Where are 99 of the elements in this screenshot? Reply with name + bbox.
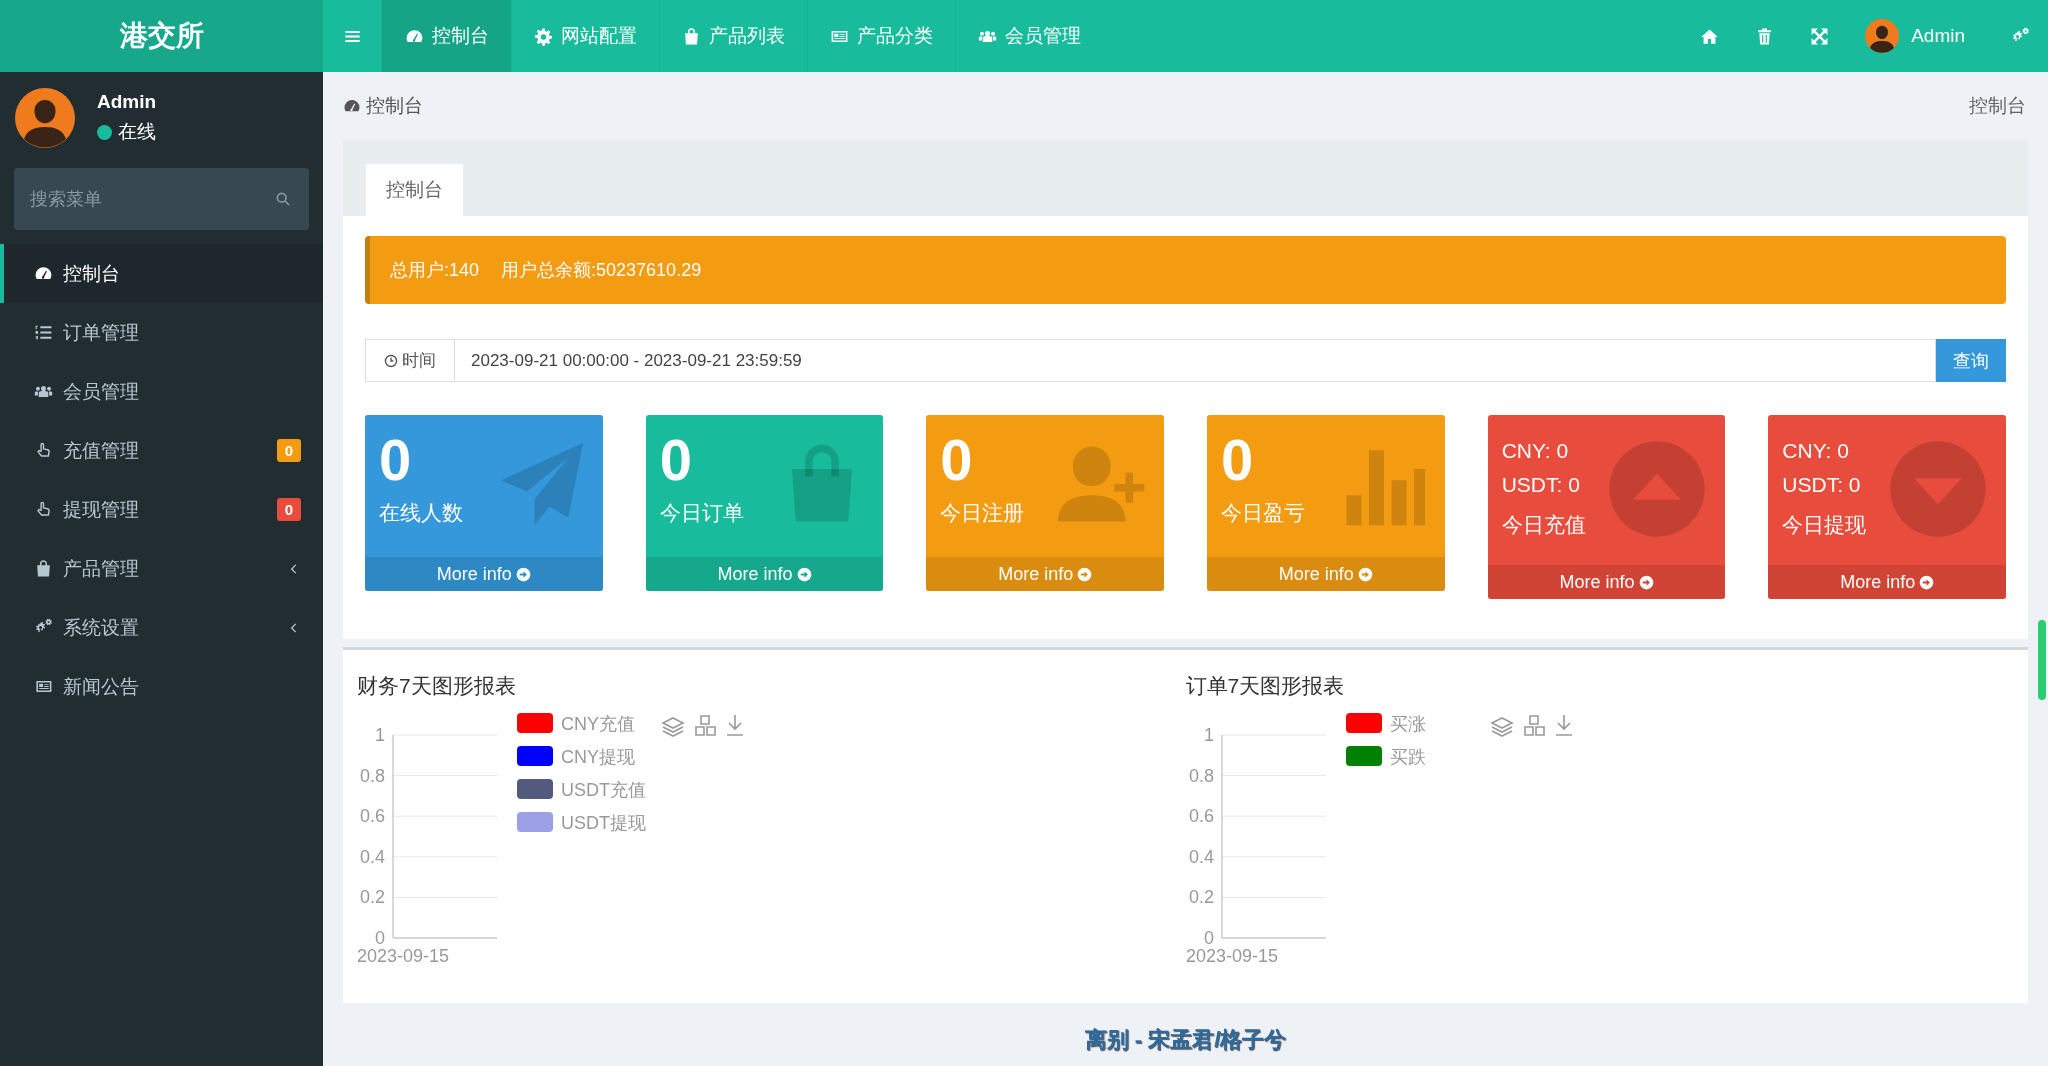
chart-title: 财务7天图形报表	[357, 673, 517, 699]
legend-swatch[interactable]	[517, 713, 553, 733]
x-tick-label: 2023-09-15	[357, 946, 450, 966]
hand-icon	[34, 441, 53, 460]
grid-icon[interactable]	[1523, 715, 1545, 736]
shopping-bag-icon	[682, 26, 701, 46]
legend-swatch[interactable]	[517, 746, 553, 766]
stat-label: 今日盈亏	[1221, 500, 1305, 526]
home-icon	[1700, 26, 1720, 46]
x-tick-label: 2023-09-15	[1185, 946, 1278, 966]
arrow-circle-right-icon	[796, 566, 812, 582]
y-tick-label: 0.2	[1188, 887, 1214, 908]
legend-swatch[interactable]	[517, 812, 553, 832]
footer-text: 离别 - 宋孟君/格子兮	[1084, 1026, 1287, 1054]
currency-amount: CNY: 0	[1782, 438, 1849, 464]
stat-label: 今日订单	[659, 500, 744, 526]
arrow-circle-right-icon	[1638, 574, 1654, 590]
nav-tab[interactable]: 控制台	[382, 0, 511, 72]
more-info-link[interactable]: More info	[926, 557, 1164, 591]
status-dot	[97, 124, 112, 140]
query-button[interactable]: 查询	[1936, 339, 2006, 382]
legend-label[interactable]: 买跌	[1389, 747, 1426, 767]
total-balance-text: 用户总余额:50237610.29	[501, 259, 702, 282]
currency-amount: USDT: 0	[1782, 472, 1861, 498]
time-label: 时间	[365, 339, 455, 382]
stat-value: 0	[1221, 427, 1254, 493]
sidebar-item[interactable]: 充值管理 0	[0, 421, 323, 480]
legend-label[interactable]: USDT提现	[561, 813, 646, 833]
search-icon	[275, 191, 291, 207]
legend-label[interactable]: CNY提现	[561, 747, 635, 767]
list-icon	[34, 323, 53, 342]
y-tick-label: 1	[375, 725, 385, 745]
y-tick-label: 1	[1203, 725, 1214, 745]
layers-icon[interactable]	[662, 717, 685, 737]
avatar	[1865, 19, 1900, 53]
clock-icon	[384, 353, 398, 368]
hand-icon	[34, 500, 53, 519]
more-info-link[interactable]: More info	[1487, 565, 1726, 599]
count-badge: 0	[276, 439, 301, 462]
sidebar-item[interactable]: 控制台	[0, 244, 323, 303]
arrow-circle-right-icon	[1077, 566, 1093, 582]
y-tick-label: 0.8	[1188, 765, 1214, 786]
page-title: 控制台	[366, 94, 423, 118]
sidebar-item[interactable]: 系统设置	[0, 598, 323, 657]
sidebar-item[interactable]: 会员管理	[0, 362, 323, 421]
grid-icon[interactable]	[695, 715, 716, 736]
gear-icon	[534, 26, 553, 46]
legend-swatch[interactable]	[1345, 713, 1382, 733]
layers-icon[interactable]	[1490, 717, 1514, 737]
y-tick-label: 0	[1203, 928, 1214, 948]
stat-value: 0	[659, 427, 692, 493]
total-users-text: 总用户:140	[390, 259, 480, 282]
arrow-circle-right-icon	[515, 566, 531, 582]
currency-amount: CNY: 0	[1501, 438, 1569, 464]
y-tick-label: 0.4	[359, 846, 385, 867]
y-tick-label: 0.6	[359, 806, 385, 827]
stat-label: 在线人数	[379, 500, 463, 526]
stat-label: 今日充值	[1501, 512, 1586, 538]
shopping-bag-icon	[34, 559, 53, 578]
user-name: Admin	[97, 91, 157, 113]
sidebar-item[interactable]: 新闻公告	[0, 657, 323, 716]
date-range-field[interactable]: 2023-09-21 00:00:00 - 2023-09-21 23:59:59	[455, 339, 1936, 382]
stat-value: 0	[379, 427, 412, 493]
y-tick-label: 0.6	[1188, 806, 1214, 827]
panel-tab[interactable]: 控制台	[366, 164, 463, 216]
user-status: 在线	[118, 120, 156, 144]
breadcrumb-item: 控制台	[1969, 94, 2026, 118]
download-icon[interactable]	[726, 714, 744, 736]
legend-label[interactable]: 买涨	[1389, 714, 1426, 734]
menu-search-field[interactable]: 搜索菜单	[14, 168, 309, 230]
stat-label: 今日注册	[940, 500, 1025, 526]
currency-amount: USDT: 0	[1501, 472, 1580, 498]
y-tick-label: 0.8	[359, 765, 385, 786]
chart-title: 订单7天图形报表	[1185, 673, 1346, 699]
y-tick-label: 0	[375, 928, 385, 948]
avatar	[15, 88, 75, 148]
more-info-link[interactable]: More info	[1768, 565, 2007, 599]
scrollbar-thumb[interactable]	[2038, 620, 2046, 700]
more-info-link[interactable]: More info	[1207, 557, 1445, 591]
download-icon[interactable]	[1554, 714, 1573, 736]
legend-label[interactable]: CNY充值	[561, 714, 635, 734]
sidebar-item[interactable]: 提现管理 0	[0, 480, 323, 539]
count-badge: 0	[276, 498, 301, 521]
legend-swatch[interactable]	[1345, 746, 1382, 766]
legend-label[interactable]: USDT充值	[561, 780, 646, 800]
sidebar-item[interactable]: 订单管理	[0, 303, 323, 362]
stat-value: 0	[940, 427, 973, 493]
more-info-link[interactable]: More info	[365, 557, 603, 591]
y-tick-label: 0.2	[359, 887, 385, 908]
more-info-link[interactable]: More info	[645, 557, 884, 591]
stat-label: 今日提现	[1782, 512, 1867, 538]
arrow-circle-right-icon	[1919, 574, 1935, 590]
arrow-circle-right-icon	[1357, 566, 1373, 582]
sidebar-item[interactable]: 产品管理	[0, 539, 323, 598]
fullscreen-icon	[1810, 26, 1830, 46]
user-menu-button[interactable]: Admin	[1847, 0, 1993, 72]
legend-swatch[interactable]	[517, 779, 553, 799]
y-tick-label: 0.4	[1188, 846, 1214, 867]
brand-logo[interactable]: 港交所	[0, 0, 323, 72]
